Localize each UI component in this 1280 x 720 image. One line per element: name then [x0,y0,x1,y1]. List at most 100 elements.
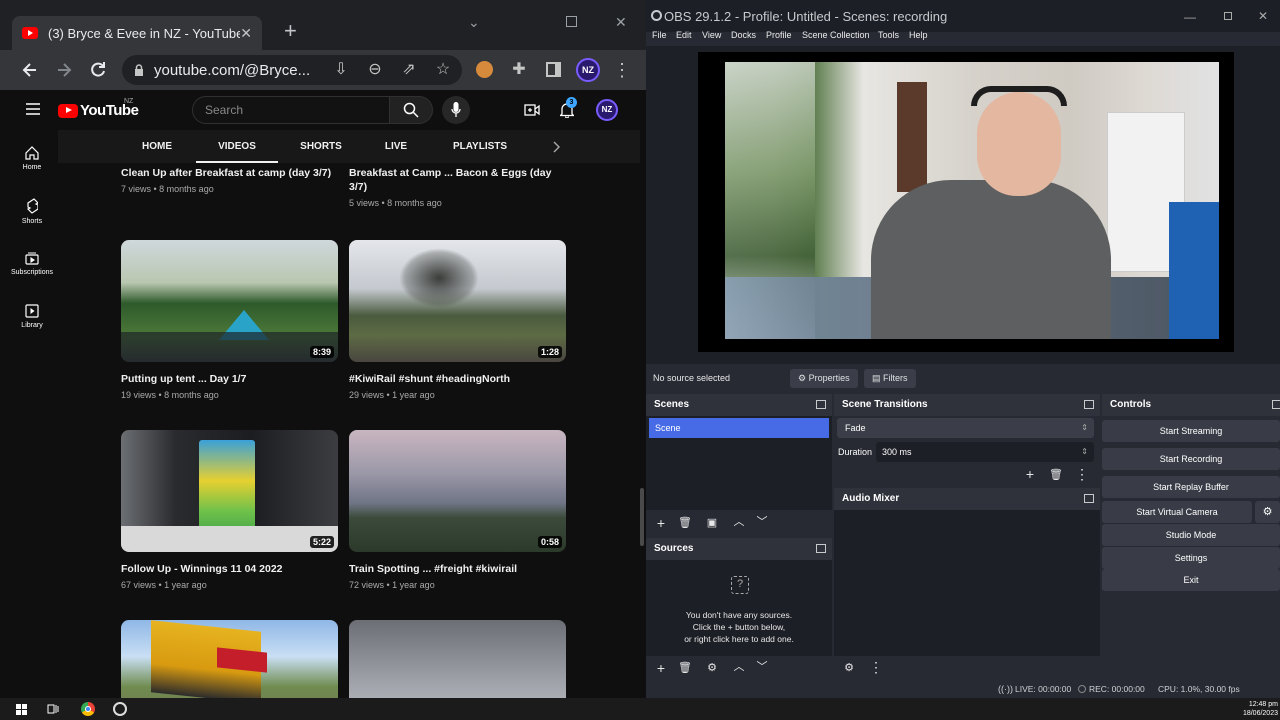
remove-scene-icon[interactable]: 🗑 [677,516,693,530]
mixer-more-icon[interactable]: ⋮ [868,660,884,674]
undock-icon[interactable] [1084,494,1094,503]
video-thumbnail[interactable]: 1:28 [349,240,566,362]
transition-select[interactable]: Fade ⇕ [837,418,1094,438]
video-title[interactable]: Train Spotting ... #freight #kiwirail [349,562,567,576]
youtube-avatar[interactable]: NZ [596,99,618,121]
video-card[interactable] [121,620,339,698]
sidebar-item-shorts[interactable]: Shorts [6,198,58,225]
close-window-icon[interactable]: ✕ [615,14,627,31]
sidebar-item-home[interactable]: Home [6,146,58,171]
move-up-icon[interactable]: ︿ [731,660,747,674]
voice-search-button[interactable] [442,96,470,124]
virtual-camera-settings-gear-icon[interactable]: ⚙ [1255,501,1280,523]
video-card[interactable]: 0:58 Train Spotting ... #freight #kiwira… [349,430,567,590]
video-title[interactable]: Putting up tent ... Day 1/7 [121,372,339,386]
start-virtual-camera-button[interactable]: Start Virtual Camera [1102,501,1252,523]
video-thumbnail[interactable] [349,620,566,698]
video-card[interactable]: Breakfast at Camp ... Bacon & Eggs (day … [349,156,567,208]
profile-avatar[interactable]: NZ [576,58,600,82]
sidebar-item-library[interactable]: Library [6,304,58,329]
youtube-logo[interactable]: YouTube NZ [58,98,139,119]
tab-search-icon[interactable]: ⌄ [468,14,480,31]
tabs-next-chevron-icon[interactable] [552,141,560,153]
extension-cookie-icon[interactable] [476,61,493,78]
undock-icon[interactable] [816,400,826,409]
browser-tab[interactable]: (3) Bryce & Evee in NZ - YouTube ✕ [12,16,262,50]
menu-tools[interactable]: Tools [878,30,899,40]
start-recording-button[interactable]: Start Recording [1102,448,1280,470]
start-streaming-button[interactable]: Start Streaming [1102,420,1280,442]
create-video-icon[interactable] [524,103,540,117]
notifications-bell-icon[interactable]: 3 [560,97,577,118]
exit-button[interactable]: Exit [1102,569,1280,591]
properties-button[interactable]: ⚙ Properties [790,369,858,388]
minimize-icon[interactable]: — [1184,10,1196,24]
task-view-icon[interactable] [47,703,60,715]
scenes-list[interactable]: Scene [646,416,832,510]
menu-edit[interactable]: Edit [676,30,692,40]
add-transition-icon[interactable]: + [1022,467,1038,481]
hamburger-menu-icon[interactable] [26,103,40,115]
start-replay-buffer-button[interactable]: Start Replay Buffer [1102,476,1280,498]
settings-button[interactable]: Settings [1102,547,1280,569]
menu-file[interactable]: File [652,30,667,40]
close-window-icon[interactable]: ✕ [1258,9,1268,23]
move-down-icon[interactable]: ﹀ [754,515,770,529]
video-card[interactable]: 5:22 Follow Up - Winnings 11 04 2022 67 … [121,430,339,590]
maximize-icon[interactable] [566,16,577,27]
menu-help[interactable]: Help [909,30,928,40]
scene-filters-icon[interactable]: ▣ [704,516,720,530]
video-thumbnail[interactable]: 0:58 [349,430,566,552]
add-scene-icon[interactable]: + [653,516,669,530]
chrome-taskbar-icon[interactable] [81,702,95,716]
video-card[interactable] [349,620,567,698]
share-icon[interactable]: ⇗ [400,61,418,79]
menu-view[interactable]: View [702,30,721,40]
video-card[interactable]: Clean Up after Breakfast at camp (day 3/… [121,156,339,194]
move-down-icon[interactable]: ﹀ [754,660,770,674]
add-source-icon[interactable]: + [653,661,669,675]
scrollbar-thumb[interactable] [640,488,644,546]
scene-item[interactable]: Scene [649,418,829,438]
undock-icon[interactable] [1084,400,1094,409]
tab-close-icon[interactable]: ✕ [240,25,252,42]
maximize-icon[interactable] [1224,12,1232,20]
menu-scene-collection[interactable]: Scene Collection [802,30,870,40]
zoom-icon[interactable]: ⊖ [366,61,384,79]
system-clock[interactable]: 12:48 pm 18/06/2023 [1238,700,1278,718]
video-card[interactable]: 8:39 Putting up tent ... Day 1/7 19 view… [121,240,339,400]
mixer-settings-gear-icon[interactable]: ⚙ [841,661,857,675]
sidebar-item-subscriptions[interactable]: Subscriptions [6,251,58,276]
obs-taskbar-icon[interactable] [113,702,127,716]
reload-icon[interactable] [88,60,108,80]
menu-profile[interactable]: Profile [766,30,792,40]
windows-start-icon[interactable] [16,704,27,715]
undock-icon[interactable] [1272,400,1280,409]
install-icon[interactable]: ⇩ [332,61,350,79]
chrome-menu-icon[interactable]: ⋮ [613,61,631,79]
video-title[interactable]: Follow Up - Winnings 11 04 2022 [121,562,339,576]
source-properties-gear-icon[interactable]: ⚙ [704,661,720,675]
search-input[interactable]: Search [192,96,390,124]
video-thumbnail[interactable]: 5:22 [121,430,338,552]
duration-input[interactable]: 300 ms ⇕ [876,442,1094,462]
video-title[interactable]: Breakfast at Camp ... Bacon & Eggs (day … [349,166,567,194]
video-title[interactable]: #KiwiRail #shunt #headingNorth [349,372,567,386]
video-title[interactable]: Clean Up after Breakfast at camp (day 3/… [121,166,339,180]
search-button[interactable] [389,96,433,124]
filters-button[interactable]: ▤ Filters [864,369,916,388]
side-panel-icon[interactable] [546,62,561,77]
move-up-icon[interactable]: ︿ [731,515,747,529]
menu-docks[interactable]: Docks [731,30,756,40]
new-tab-icon[interactable]: + [284,20,297,42]
video-thumbnail[interactable] [121,620,338,698]
remove-transition-icon[interactable]: 🗑 [1048,468,1064,482]
remove-source-icon[interactable]: 🗑 [677,661,693,675]
forward-icon[interactable] [54,60,74,80]
studio-mode-button[interactable]: Studio Mode [1102,524,1280,546]
sources-list[interactable]: ? You don't have any sources. Click the … [646,560,832,656]
bookmark-star-icon[interactable]: ☆ [434,61,452,79]
video-card[interactable]: 1:28 #KiwiRail #shunt #headingNorth 29 v… [349,240,567,400]
undock-icon[interactable] [816,544,826,553]
video-thumbnail[interactable]: 8:39 [121,240,338,362]
